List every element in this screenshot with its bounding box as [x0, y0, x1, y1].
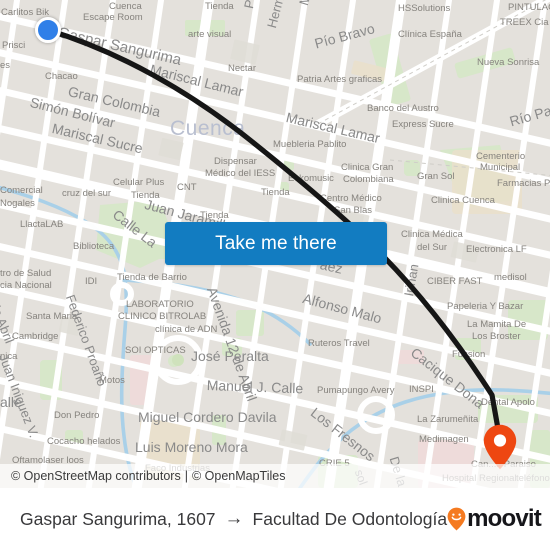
origin-location-marker[interactable] [35, 17, 61, 43]
attribution-osm[interactable]: © OpenStreetMap contributors [11, 469, 181, 483]
trip-summary: Gaspar Sangurima, 1607 → Facultad De Odo… [20, 509, 447, 530]
moovit-pin-icon [447, 507, 466, 531]
moovit-trip-map-screen: Carlitos Bik Cuenca Escape Room Tienda HSSol… [0, 0, 550, 550]
trip-origin-label: Gaspar Sangurima, 1607 [20, 508, 216, 529]
map-attribution: © OpenStreetMap contributors | © OpenMap… [0, 464, 550, 488]
moovit-logo[interactable]: moovit [447, 505, 542, 532]
map-viewport[interactable]: Carlitos Bik Cuenca Escape Room Tienda HSSol… [0, 0, 550, 488]
attribution-openmaptiles[interactable]: © OpenMapTiles [192, 469, 286, 483]
take-me-there-button[interactable]: Take me there [165, 222, 387, 265]
arrow-right-icon: → [224, 507, 244, 529]
trip-footer-bar: Gaspar Sangurima, 1607 → Facultad De Odo… [0, 488, 550, 550]
attribution-separator: | [184, 469, 188, 483]
moovit-wordmark: moovit [467, 505, 542, 532]
trip-destination-label: Facultad De Odontología [252, 508, 448, 529]
